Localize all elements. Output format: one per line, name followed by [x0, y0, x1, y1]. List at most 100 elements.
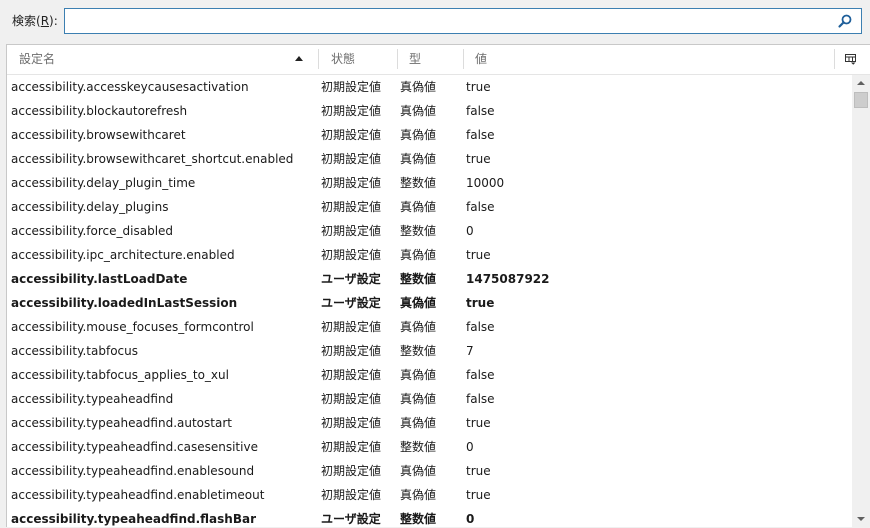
- row-status: 初期設定値: [321, 128, 382, 142]
- row-status: 初期設定値: [321, 440, 382, 454]
- table-row[interactable]: accessibility.typeaheadfind.enabletimeou…: [7, 483, 852, 507]
- scroll-down-button[interactable]: [852, 511, 870, 528]
- row-name: accessibility.accesskeycausesactivation: [11, 80, 249, 94]
- search-label-prefix: 検索(: [12, 14, 41, 28]
- row-value: 0: [466, 224, 474, 238]
- row-value: true: [466, 296, 495, 310]
- search-field[interactable]: [64, 8, 862, 34]
- row-name: accessibility.lastLoadDate: [11, 272, 188, 286]
- row-type: 真偽値: [400, 368, 437, 382]
- row-value: false: [466, 392, 495, 406]
- sort-ascending-icon: [295, 56, 303, 61]
- row-type: 真偽値: [400, 152, 437, 166]
- column-divider[interactable]: [318, 49, 319, 69]
- column-picker-icon[interactable]: [845, 54, 856, 65]
- row-status: 初期設定値: [321, 104, 382, 118]
- table-row[interactable]: accessibility.browsewithcaret_shortcut.e…: [7, 147, 852, 171]
- table-row[interactable]: accessibility.typeaheadfind.casesensitiv…: [7, 435, 852, 459]
- table-row[interactable]: accessibility.typeaheadfind.autostart 初期設…: [7, 411, 852, 435]
- row-type: 真偽値: [400, 80, 437, 94]
- row-name: accessibility.force_disabled: [11, 224, 174, 238]
- row-status: 初期設定値: [321, 176, 382, 190]
- row-name: accessibility.tabfocus: [11, 344, 138, 358]
- column-divider[interactable]: [834, 49, 835, 69]
- row-name: accessibility.typeaheadfind: [11, 392, 174, 406]
- table-row[interactable]: accessibility.tabfocus_applies_to_xul 初期設…: [7, 363, 852, 387]
- row-value: 1475087922: [466, 272, 550, 286]
- row-value: false: [466, 104, 495, 118]
- row-type: 真偽値: [400, 128, 437, 142]
- row-value: false: [466, 368, 495, 382]
- row-type: 真偽値: [400, 320, 437, 334]
- row-status: 初期設定値: [321, 80, 382, 94]
- scrollbar-thumb[interactable]: [854, 92, 868, 108]
- row-status: 初期設定値: [321, 344, 382, 358]
- search-icon[interactable]: [837, 13, 853, 29]
- row-value: 10000: [466, 176, 505, 190]
- table-row[interactable]: accessibility.ipc_architecture.enabled 初期…: [7, 243, 852, 267]
- row-type: 整数値: [400, 272, 437, 286]
- table-row[interactable]: accessibility.browsewithcaret 初期設定値 真偽値 fal…: [7, 123, 852, 147]
- row-name: accessibility.browsewithcaret_shortcut.e…: [11, 152, 294, 166]
- search-input[interactable]: [69, 12, 833, 32]
- column-header-status[interactable]: 状態: [331, 45, 355, 74]
- row-name: accessibility.ipc_architecture.enabled: [11, 248, 235, 262]
- row-name: accessibility.delay_plugins: [11, 200, 169, 214]
- row-value: 0: [466, 440, 474, 454]
- table-row[interactable]: accessibility.delay_plugins 初期設定値 真偽値 false: [7, 195, 852, 219]
- row-name: accessibility.typeaheadfind.flashBar: [11, 512, 256, 526]
- row-type: 整数値: [400, 176, 437, 190]
- table-row[interactable]: accessibility.delay_plugin_time 初期設定値 整数値 1…: [7, 171, 852, 195]
- row-status: 初期設定値: [321, 152, 382, 166]
- row-status: ユーザ設定: [321, 512, 381, 526]
- row-name: accessibility.typeaheadfind.enablesound: [11, 464, 255, 478]
- row-value: true: [466, 416, 491, 430]
- row-value: 0: [466, 512, 475, 526]
- column-header-name[interactable]: 設定名: [19, 45, 55, 74]
- row-name: accessibility.tabfocus_applies_to_xul: [11, 368, 229, 382]
- row-status: 初期設定値: [321, 368, 382, 382]
- table-row[interactable]: accessibility.typeaheadfind.enablesound 初…: [7, 459, 852, 483]
- column-header-value[interactable]: 値: [475, 45, 487, 74]
- row-name: accessibility.typeaheadfind.autostart: [11, 416, 232, 430]
- scroll-up-button[interactable]: [852, 75, 870, 92]
- row-type: 整数値: [400, 440, 437, 454]
- table-row[interactable]: accessibility.blockautorefresh 初期設定値 真偽値 fa…: [7, 99, 852, 123]
- row-value: true: [466, 248, 491, 262]
- row-status: 初期設定値: [321, 320, 382, 334]
- search-label-suffix: ):: [49, 14, 58, 28]
- row-name: accessibility.blockautorefresh: [11, 104, 188, 118]
- row-status: ユーザ設定: [321, 296, 381, 310]
- row-value: true: [466, 80, 491, 94]
- row-value: false: [466, 128, 495, 142]
- vertical-scrollbar[interactable]: [852, 75, 870, 528]
- row-status: 初期設定値: [321, 416, 382, 430]
- row-type: 真偽値: [400, 488, 437, 502]
- row-status: 初期設定値: [321, 464, 382, 478]
- row-value: true: [466, 488, 491, 502]
- row-name: accessibility.typeaheadfind.casesensitiv…: [11, 440, 258, 454]
- row-value: 7: [466, 344, 474, 358]
- table-row[interactable]: accessibility.lastLoadDate ユーザ設定 整数値 147508…: [7, 267, 852, 291]
- table-row[interactable]: accessibility.typeaheadfind.flashBar ユーザ設…: [7, 507, 852, 528]
- column-header-type[interactable]: 型: [409, 45, 421, 74]
- column-divider[interactable]: [463, 49, 464, 69]
- table-row[interactable]: accessibility.loadedInLastSession ユーザ設定 真偽…: [7, 291, 852, 315]
- row-type: 真偽値: [400, 464, 437, 478]
- row-type: 真偽値: [400, 392, 437, 406]
- preferences-table: 設定名 状態 型 値 accessibility.accesskeycauses…: [6, 44, 870, 528]
- table-row[interactable]: accessibility.force_disabled 初期設定値 整数値 0: [7, 219, 852, 243]
- table-row[interactable]: accessibility.typeaheadfind 初期設定値 真偽値 false: [7, 387, 852, 411]
- table-row[interactable]: accessibility.mouse_focuses_formcontrol 初…: [7, 315, 852, 339]
- chevron-up-icon: [857, 81, 865, 85]
- table-row[interactable]: accessibility.tabfocus 初期設定値 整数値 7: [7, 339, 852, 363]
- row-type: 整数値: [400, 512, 437, 526]
- table-row[interactable]: accessibility.accesskeycausesactivation 初…: [7, 75, 852, 99]
- row-name: accessibility.browsewithcaret: [11, 128, 186, 142]
- row-status: 初期設定値: [321, 248, 382, 262]
- row-type: 真偽値: [400, 200, 437, 214]
- search-label-accesskey: R: [40, 14, 50, 28]
- column-divider[interactable]: [397, 49, 398, 69]
- chevron-down-icon: [857, 517, 865, 521]
- row-status: 初期設定値: [321, 224, 382, 238]
